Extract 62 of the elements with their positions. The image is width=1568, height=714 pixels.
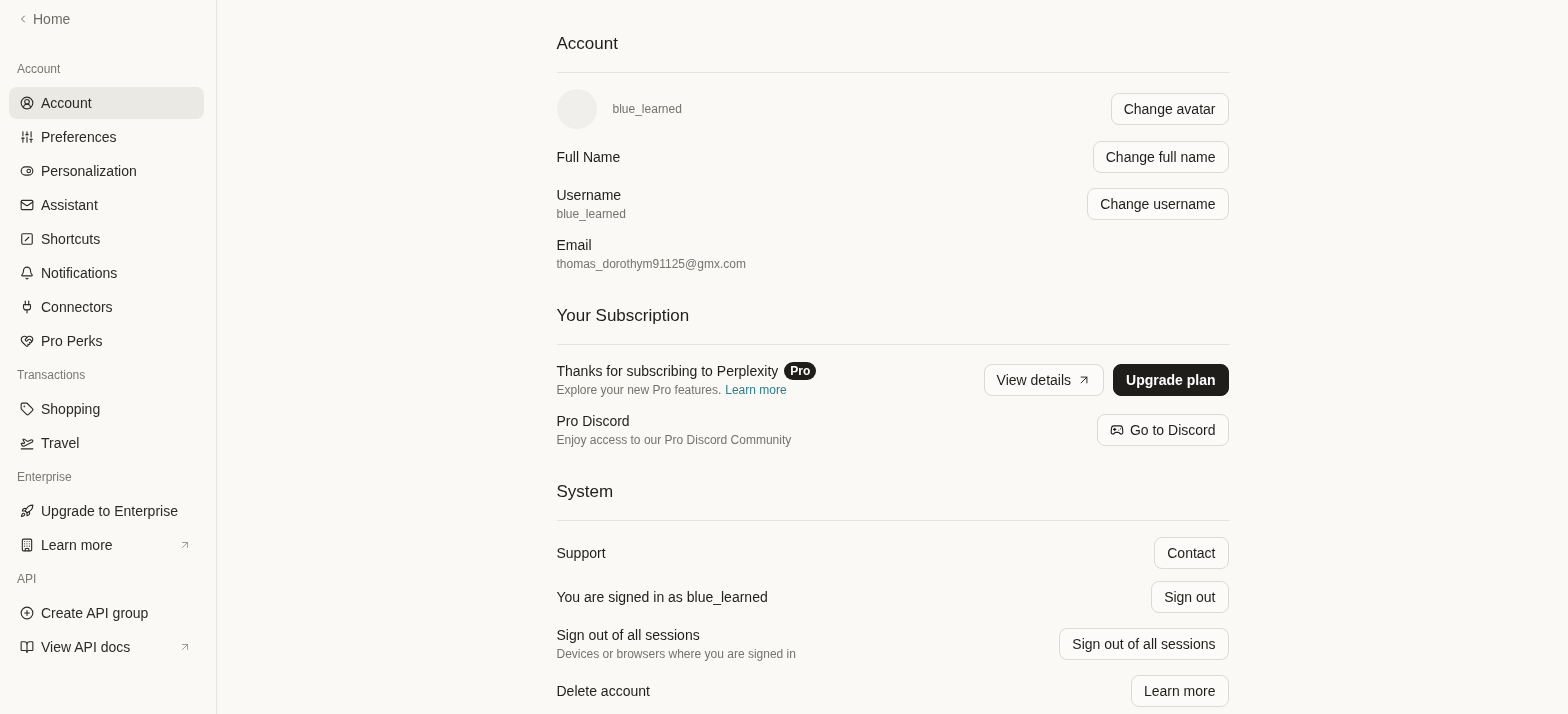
action-button[interactable]: Change full name xyxy=(1092,141,1229,173)
rocket-icon xyxy=(20,504,34,518)
setting-label: Support xyxy=(556,544,606,563)
sidebar-item[interactable]: Assistant xyxy=(9,189,204,221)
setting-description: blue_learned xyxy=(556,206,626,223)
sidebar-section-label: Transactions xyxy=(17,367,86,383)
sidebar-item[interactable]: Account xyxy=(9,87,204,119)
upgrade-button[interactable]: Upgrade plan xyxy=(1113,364,1229,396)
sidebar-item[interactable]: Shortcuts xyxy=(9,223,204,255)
toggle-icon xyxy=(20,164,34,178)
slash-square-icon xyxy=(20,232,34,246)
plane-icon xyxy=(20,436,34,450)
setting-label: Delete account xyxy=(556,682,650,701)
bell-icon xyxy=(20,266,34,280)
plug-icon xyxy=(20,300,34,314)
action-button[interactable]: Contact xyxy=(1154,537,1229,569)
setting-label: Email xyxy=(556,236,592,255)
sidebar-section-label: Account xyxy=(17,61,61,77)
action-button[interactable]: Go to Discord xyxy=(1096,414,1229,446)
username-text: blue_learned xyxy=(612,102,682,116)
building-icon xyxy=(20,538,34,552)
sidebar-item[interactable]: Learn more xyxy=(9,529,204,561)
setting-label: Sign out of all sessions xyxy=(556,626,700,645)
setting-label: Pro Discord xyxy=(556,412,630,431)
setting-label: You are signed in as blue_learned xyxy=(556,588,768,607)
sidebar-section-label: Enterprise xyxy=(17,469,72,485)
book-icon xyxy=(20,640,34,654)
sidebar-item[interactable]: Connectors xyxy=(9,291,204,323)
home-link[interactable]: Home xyxy=(17,8,71,30)
section-heading: Account xyxy=(556,33,618,54)
envelope-icon xyxy=(20,198,34,212)
sidebar-item[interactable]: Pro Perks xyxy=(9,325,204,357)
section-heading: System xyxy=(556,481,614,502)
setting-description: Devices or browsers where you are signed in xyxy=(556,646,796,663)
sidebar-item[interactable]: View API docs xyxy=(9,631,204,663)
sidebar-item[interactable]: Create API group xyxy=(9,597,204,629)
sidebar-item[interactable]: Shopping xyxy=(9,393,204,425)
sidebar-item[interactable]: Preferences xyxy=(9,121,204,153)
sidebar-item[interactable]: Travel xyxy=(9,427,204,459)
tag-icon xyxy=(20,402,34,416)
setting-description: Explore your new Pro features. Learn more xyxy=(556,382,787,399)
sidebar-section-label: API xyxy=(17,571,37,587)
setting-label: Thanks for subscribing to Perplexity xyxy=(556,362,779,381)
setting-description: thomas_dorothym91125@gmx.com xyxy=(556,256,746,273)
plus-circle-icon xyxy=(20,606,34,620)
sidebar-item[interactable]: Notifications xyxy=(9,257,204,289)
action-button[interactable]: Learn more xyxy=(1130,675,1229,707)
sidebar-item[interactable]: Personalization xyxy=(9,155,204,187)
sidebar-item[interactable]: Upgrade to Enterprise xyxy=(9,495,204,527)
sliders-icon xyxy=(20,130,34,144)
user-circle-icon xyxy=(20,96,34,110)
setting-label: Full Name xyxy=(556,148,621,167)
setting-description: Enjoy access to our Pro Discord Community xyxy=(556,432,792,449)
action-button[interactable]: Change avatar xyxy=(1110,93,1229,125)
action-button[interactable]: View details xyxy=(983,364,1105,396)
action-button[interactable]: Sign out of all sessions xyxy=(1059,628,1229,660)
plan-badge: Pro xyxy=(784,362,817,380)
action-button[interactable]: Sign out xyxy=(1151,581,1229,613)
learn-more-link[interactable]: Learn more xyxy=(725,383,787,397)
setting-label: Username xyxy=(556,186,622,205)
action-button[interactable]: Change username xyxy=(1087,188,1229,220)
section-heading: Your Subscription xyxy=(556,305,690,326)
